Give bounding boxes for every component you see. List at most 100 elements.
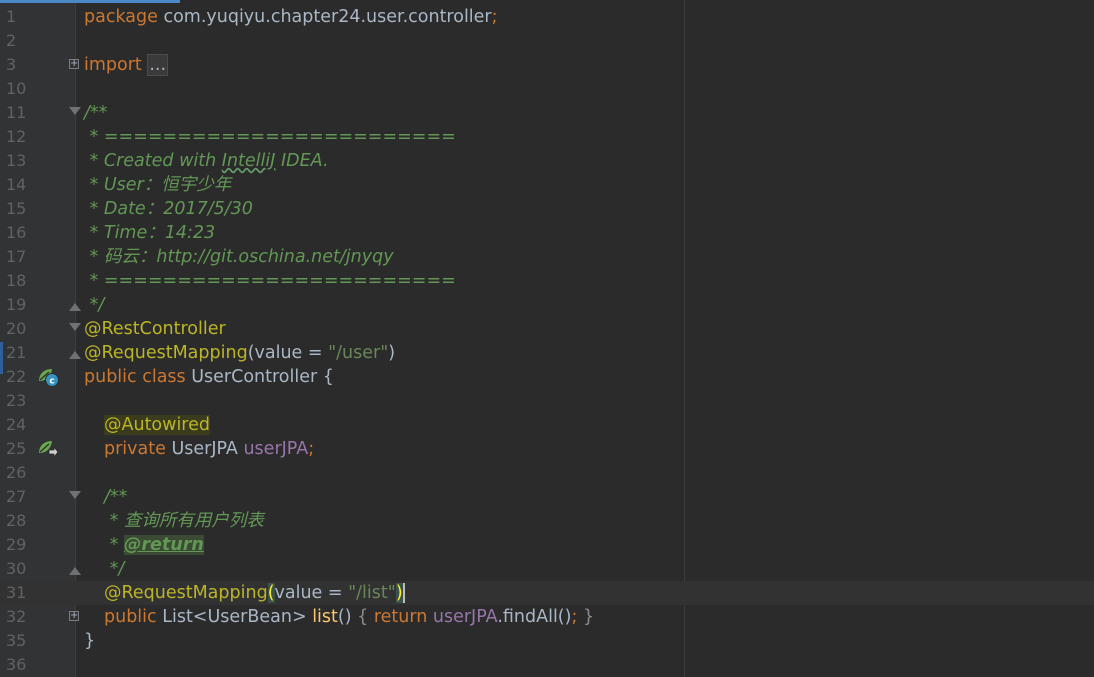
line-number: 28	[6, 511, 27, 530]
code-line[interactable]: 28 * 查询所有用户列表	[0, 509, 1094, 533]
field-name: userJPA	[427, 607, 498, 627]
line-number: 12	[6, 127, 27, 146]
annotation: @RequestMapping	[84, 343, 248, 363]
spring-autowired-navigate-icon[interactable]	[37, 439, 59, 459]
closing-brace: }	[84, 631, 96, 651]
method-name: list	[312, 607, 338, 627]
line-number: 35	[6, 631, 27, 650]
private-keyword: private	[104, 439, 166, 459]
code-editor[interactable]: 1 package com.yuqiyu.chapter24.user.cont…	[0, 0, 1094, 677]
code-line[interactable]: 18 * ========================	[0, 269, 1094, 293]
spellcheck-word[interactable]: IntelliJ	[222, 151, 276, 171]
line-number: 20	[6, 319, 27, 338]
code-line[interactable]: 15 * Date：2017/5/30	[0, 197, 1094, 221]
parens: ()	[337, 607, 358, 627]
doc-comment: * Time：14:23	[84, 223, 216, 243]
return-keyword: return	[373, 607, 428, 627]
line-number: 30	[6, 559, 27, 578]
doc-comment: * 码云：http://git.oschina.net/jnyqy	[84, 247, 394, 267]
line-number: 19	[6, 295, 27, 314]
code-line[interactable]: 26	[0, 461, 1094, 485]
code-line[interactable]: 11 /**	[0, 101, 1094, 125]
fold-expand-icon[interactable]: +	[69, 59, 79, 69]
line-number: 25	[6, 439, 27, 458]
public-class-keyword: public class	[84, 367, 186, 387]
doc-comment: */	[104, 559, 125, 579]
code-line[interactable]: 36	[0, 653, 1094, 677]
line-number: 15	[6, 199, 27, 218]
matched-paren: )	[395, 583, 403, 603]
fold-end-icon[interactable]	[69, 303, 81, 311]
line-number: 14	[6, 175, 27, 194]
code-line[interactable]: 30 */	[0, 557, 1094, 581]
doc-comment: * ========================	[84, 271, 456, 291]
semicolon: ;	[491, 7, 498, 27]
code-line[interactable]: 12 * ========================	[0, 125, 1094, 149]
code-line[interactable]: 2	[0, 29, 1094, 53]
field-name: userJPA	[243, 439, 309, 459]
code-line[interactable]: 29 * @return	[0, 533, 1094, 557]
code-line[interactable]: 23	[0, 389, 1094, 413]
code-line[interactable]: 24 @Autowired	[0, 413, 1094, 437]
semicolon: ;	[308, 439, 315, 459]
line-number: 18	[6, 271, 27, 290]
paren: )	[388, 343, 396, 363]
fold-expand-icon[interactable]: +	[69, 611, 79, 621]
return-type: List<UserBean>	[156, 607, 313, 627]
annotation: @RequestMapping	[104, 583, 268, 603]
fold-collapse-icon[interactable]	[69, 491, 81, 499]
doc-comment: * 查询所有用户列表	[104, 511, 264, 531]
code-line[interactable]: 14 * User：恒宇少年	[0, 173, 1094, 197]
code-line[interactable]: 22 c public class UserController {	[0, 365, 1094, 389]
line-number: 31	[6, 583, 27, 602]
annotation-args: value =	[274, 583, 349, 603]
line-number: 27	[6, 487, 27, 506]
code-line[interactable]: 20 @RestController	[0, 317, 1094, 341]
folded-brace[interactable]: }	[577, 607, 594, 627]
code-line[interactable]: 16 * Time：14:23	[0, 221, 1094, 245]
code-line[interactable]: 27 /**	[0, 485, 1094, 509]
doc-comment: /**	[104, 487, 128, 507]
import-keyword: import	[84, 55, 142, 75]
line-number: 17	[6, 247, 27, 266]
folded-imports[interactable]: ...	[147, 54, 169, 76]
code-line[interactable]: 1 package com.yuqiyu.chapter24.user.cont…	[0, 5, 1094, 29]
annotation: @Autowired	[104, 415, 210, 435]
line-number: 16	[6, 223, 27, 242]
type-name: UserJPA	[165, 439, 244, 459]
package-name: com.yuqiyu.chapter24.user.controller	[157, 7, 492, 27]
doc-comment: * User：恒宇少年	[84, 175, 232, 195]
fold-collapse-icon[interactable]	[69, 107, 81, 115]
code-line[interactable]: 13 * Created with IntelliJ IDEA.	[0, 149, 1094, 173]
code-line[interactable]: 35 }	[0, 629, 1094, 653]
line-number: 22	[6, 367, 27, 386]
code-line[interactable]: 10	[0, 77, 1094, 101]
doc-comment: *	[104, 535, 124, 555]
code-line[interactable]: 25 private UserJPA userJPA;	[0, 437, 1094, 461]
spring-bean-class-icon[interactable]: c	[37, 367, 59, 387]
javadoc-return-tag: @return	[123, 535, 204, 555]
code-line[interactable]: 17 * 码云：http://git.oschina.net/jnyqy	[0, 245, 1094, 269]
fold-collapse-icon[interactable]	[69, 323, 81, 331]
line-number: 10	[6, 79, 27, 98]
fold-end-icon[interactable]	[69, 351, 81, 359]
matched-paren: (	[267, 583, 275, 603]
string-literal: "/list"	[348, 583, 396, 603]
doc-comment: IDEA.	[275, 151, 329, 171]
code-line[interactable]: 19 */	[0, 293, 1094, 317]
folded-brace[interactable]: {	[357, 607, 374, 627]
line-number: 2	[6, 31, 17, 50]
fold-end-icon[interactable]	[69, 567, 81, 575]
doc-comment: * ========================	[84, 127, 456, 147]
code-line[interactable]: 32 + public List<UserBean> list() { retu…	[0, 605, 1094, 629]
line-number: 29	[6, 535, 27, 554]
code-line[interactable]: 3 + import ...	[0, 53, 1094, 77]
line-number: 11	[6, 103, 27, 122]
svg-text:c: c	[49, 377, 54, 387]
line-number: 3	[6, 55, 17, 74]
current-code-line[interactable]: 31 @RequestMapping(value = "/list")	[0, 581, 1094, 605]
line-number: 32	[6, 607, 27, 626]
doc-comment: /**	[84, 103, 108, 123]
code-line[interactable]: 21 @RequestMapping(value = "/user")	[0, 341, 1094, 365]
line-number: 26	[6, 463, 27, 482]
